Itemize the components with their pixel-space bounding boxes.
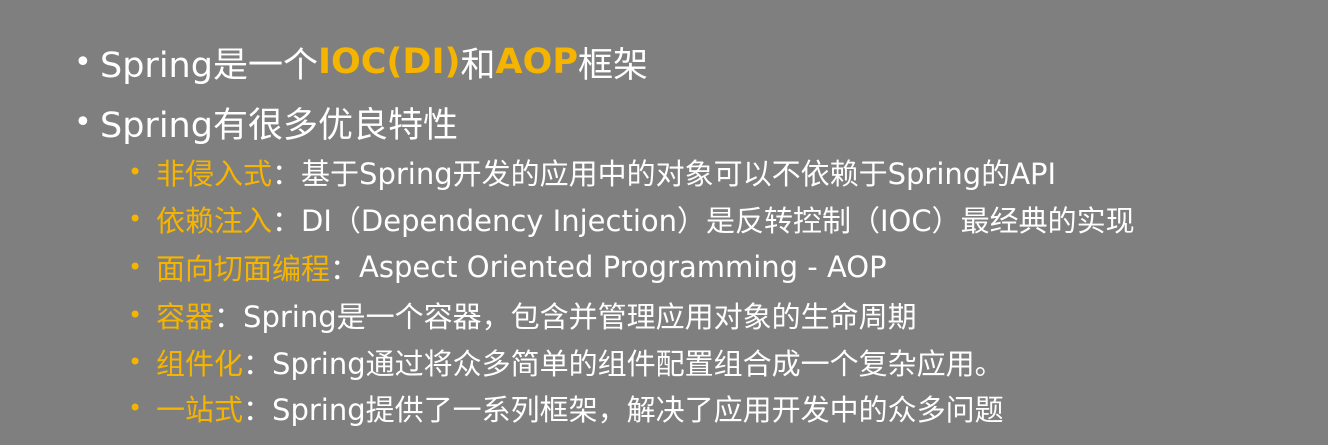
slide: • Spring是一个 IOC(DI) 和 AOP 框架 • Spring有很多… — [0, 0, 1328, 445]
feature-description: Spring是一个容器，包含并管理应用对象的生命周期 — [243, 300, 917, 334]
feature-separator: ： — [243, 393, 273, 427]
feature-description: Spring提供了一系列框架，解决了应用开发中的众多问题 — [272, 393, 1004, 427]
bullet-dot: • — [74, 44, 92, 80]
sub-bullet-dot: • — [128, 301, 143, 329]
highlight-aop: AOP — [495, 42, 579, 82]
feature-item-non-invasive: • 非侵入式 ： 基于Spring开发的应用中的对象可以不依赖于Spring的A… — [128, 149, 1056, 195]
feature-description: DI（Dependency Injection）是反转控制（IOC）最经典的实现 — [301, 204, 1135, 238]
bullet-text: Spring有很多优良特性 — [100, 105, 458, 146]
bullet-spring-features: • Spring有很多优良特性 — [74, 94, 458, 150]
feature-term: 依赖注入 — [156, 204, 273, 238]
bullet-dot: • — [74, 104, 92, 140]
bullet-text-and: 和 — [460, 45, 496, 86]
feature-separator: ： — [272, 204, 302, 238]
feature-term: 一站式 — [156, 393, 244, 427]
feature-separator: ： — [272, 157, 302, 191]
feature-description: Aspect Oriented Programming - AOP — [359, 250, 887, 284]
feature-separator: ： — [243, 347, 273, 381]
feature-term: 面向切面编程 — [156, 252, 331, 286]
bullet-text-prefix: Spring是一个 — [100, 45, 318, 86]
highlight-ioc-di: IOC(DI) — [317, 42, 461, 82]
feature-item-one-stop: • 一站式 ： Spring提供了一系列框架，解决了应用开发中的众多问题 — [128, 385, 1004, 431]
sub-bullet-dot: • — [128, 394, 143, 422]
feature-separator: ： — [330, 252, 360, 286]
feature-description: Spring通过将众多简单的组件配置组合成一个复杂应用。 — [272, 347, 1004, 381]
feature-term: 组件化 — [156, 347, 244, 381]
sub-bullet-dot: • — [128, 253, 143, 281]
bullet-text-suffix: 框架 — [578, 45, 649, 86]
feature-item-container: • 容器 ： Spring是一个容器，包含并管理应用对象的生命周期 — [128, 292, 917, 338]
bullet-spring-framework: • Spring是一个 IOC(DI) 和 AOP 框架 — [74, 34, 648, 90]
sub-bullet-dot: • — [128, 158, 143, 186]
feature-term: 容器 — [156, 300, 215, 334]
feature-item-dependency-injection: • 依赖注入 ： DI（Dependency Injection）是反转控制（I… — [128, 196, 1135, 242]
feature-separator: ： — [214, 300, 244, 334]
sub-bullet-dot: • — [128, 348, 143, 376]
feature-item-componentization: • 组件化 ： Spring通过将众多简单的组件配置组合成一个复杂应用。 — [128, 339, 1004, 385]
sub-bullet-dot: • — [128, 205, 143, 233]
feature-item-aop: • 面向切面编程 ： Aspect Oriented Programming -… — [128, 244, 887, 290]
feature-term: 非侵入式 — [156, 157, 273, 191]
feature-description: 基于Spring开发的应用中的对象可以不依赖于Spring的API — [301, 157, 1057, 191]
